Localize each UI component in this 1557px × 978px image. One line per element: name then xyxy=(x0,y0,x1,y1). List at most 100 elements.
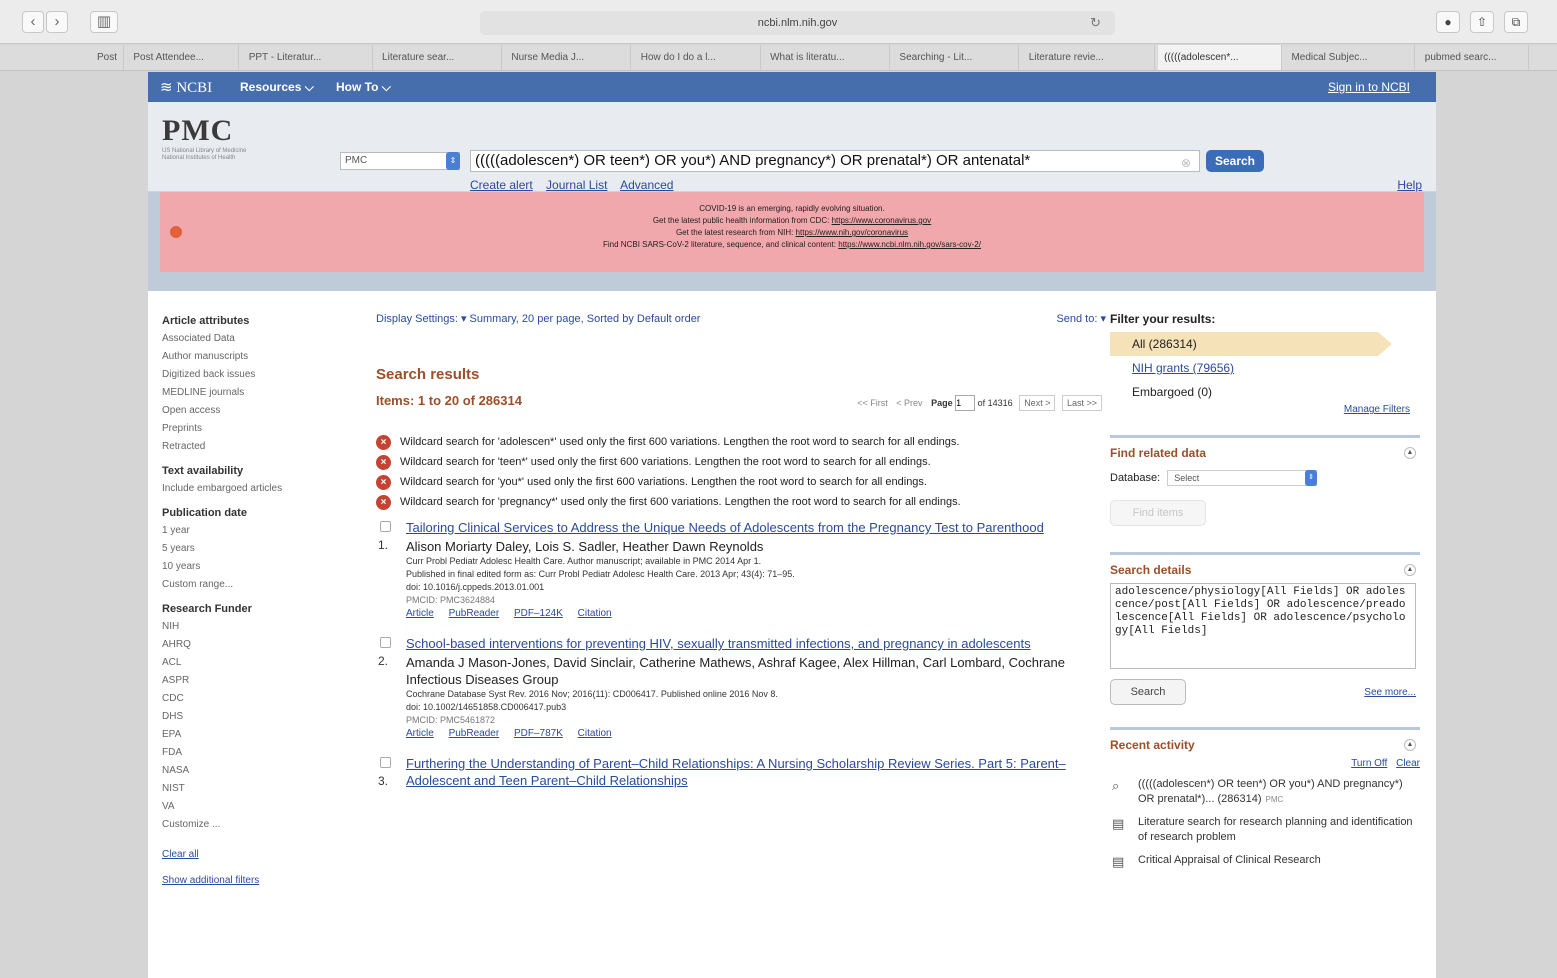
sign-in-link[interactable]: Sign in to NCBI xyxy=(1328,80,1410,94)
forward-button[interactable]: › xyxy=(46,11,68,33)
filter-item[interactable]: Retracted xyxy=(162,438,332,456)
sars-cov-2-link[interactable]: https://www.ncbi.nlm.nih.gov/sars-cov-2/ xyxy=(838,240,981,249)
filter-item[interactable]: VA xyxy=(162,798,332,816)
share-icon[interactable]: ⇧ xyxy=(1470,11,1494,33)
filter-item[interactable]: 1 year xyxy=(162,522,332,540)
help-link[interactable]: Help xyxy=(1397,178,1422,192)
search-button[interactable]: Search xyxy=(1206,150,1264,172)
find-items-button[interactable]: Find items xyxy=(1110,500,1206,526)
send-to-menu[interactable]: Send to: ▾ xyxy=(1056,312,1106,325)
sidebar-toggle-button[interactable]: ▥ xyxy=(90,11,118,33)
nih-link[interactable]: https://www.nih.gov/coronavirus xyxy=(796,228,909,237)
turn-off-link[interactable]: Turn Off xyxy=(1351,758,1387,769)
cdc-link[interactable]: https://www.coronavirus.gov xyxy=(832,216,932,225)
clear-link[interactable]: Clear xyxy=(1396,758,1420,769)
filter-item[interactable]: 10 years xyxy=(162,558,332,576)
recent-item[interactable]: ⌕ (((((adolescen*) OR teen*) OR you*) AN… xyxy=(1110,777,1420,807)
see-more-link[interactable]: See more... xyxy=(1364,687,1416,698)
filter-item[interactable]: DHS xyxy=(162,708,332,726)
filter-item[interactable]: Associated Data xyxy=(162,330,332,348)
filter-item[interactable]: Open access xyxy=(162,402,332,420)
privacy-icon[interactable]: ● xyxy=(1436,11,1460,33)
last-page-button[interactable]: Last >> xyxy=(1061,395,1102,411)
pmc-logo[interactable]: PMC US National Library of Medicine Nati… xyxy=(162,114,322,162)
first-page-link[interactable]: << First xyxy=(857,398,888,408)
create-alert-link[interactable]: Create alert xyxy=(470,178,533,192)
pdf-link[interactable]: PDF–787K xyxy=(514,728,563,739)
article-link[interactable]: Article xyxy=(406,728,434,739)
details-search-button[interactable]: Search xyxy=(1110,679,1186,705)
ncbi-logo[interactable]: ≋ NCBI xyxy=(160,78,212,97)
tabs-overview-icon[interactable]: ⧉ xyxy=(1504,11,1528,33)
filter-item[interactable]: Custom range... xyxy=(162,576,332,594)
reload-icon[interactable]: ↻ xyxy=(1090,11,1101,35)
tab-item[interactable]: Medical Subjec... xyxy=(1285,45,1416,70)
filter-item[interactable]: ASPR xyxy=(162,672,332,690)
article-link[interactable]: Article xyxy=(406,608,434,619)
recent-item[interactable]: ▤ Critical Appraisal of Clinical Researc… xyxy=(1110,853,1420,869)
filter-all[interactable]: All (286314) xyxy=(1110,332,1392,356)
filter-item[interactable]: Customize ... xyxy=(162,816,332,834)
result-title-link[interactable]: School-based interventions for preventin… xyxy=(406,635,1106,652)
tab-item-active[interactable]: (((((adolescen*... xyxy=(1158,45,1283,70)
pubreader-link[interactable]: PubReader xyxy=(449,608,500,619)
result-checkbox[interactable] xyxy=(380,757,391,768)
collapse-icon[interactable]: ▲ xyxy=(1404,564,1416,576)
filter-item[interactable]: FDA xyxy=(162,744,332,762)
related-database-select[interactable]: Select ⇕ xyxy=(1167,470,1318,486)
back-button[interactable]: ‹ xyxy=(22,11,44,33)
filter-item[interactable]: CDC xyxy=(162,690,332,708)
tab-item[interactable]: Post Attendee... xyxy=(127,45,240,70)
filter-item[interactable]: 5 years xyxy=(162,540,332,558)
tab-item[interactable]: Searching - Lit... xyxy=(893,45,1020,70)
collapse-icon[interactable]: ▲ xyxy=(1404,739,1416,751)
filter-item[interactable]: NIH xyxy=(162,618,332,636)
result-title-link[interactable]: Furthering the Understanding of Parent–C… xyxy=(406,755,1106,789)
search-input[interactable]: (((((adolescen*) OR teen*) OR you*) AND … xyxy=(470,150,1200,172)
clear-all-link[interactable]: Clear all xyxy=(162,849,199,860)
tab-item[interactable]: pubmed searc... xyxy=(1419,45,1529,70)
tab-item[interactable]: What is literatu... xyxy=(764,45,891,70)
prev-page-link[interactable]: < Prev xyxy=(896,398,922,408)
tab-item[interactable]: PPT - Literatur... xyxy=(243,45,373,70)
filter-item[interactable]: AHRQ xyxy=(162,636,332,654)
display-settings-menu[interactable]: Display Settings: ▾ Summary, 20 per page… xyxy=(376,312,1106,332)
pubreader-link[interactable]: PubReader xyxy=(449,728,500,739)
journal-list-link[interactable]: Journal List xyxy=(546,178,607,192)
show-additional-filters-link[interactable]: Show additional filters xyxy=(162,875,259,886)
search-details-textarea[interactable]: adolescence/physiology[All Fields] OR ad… xyxy=(1110,583,1416,669)
filter-nih-grants[interactable]: NIH grants (79656) xyxy=(1110,356,1420,380)
filter-item[interactable]: NIST xyxy=(162,780,332,798)
manage-filters-link[interactable]: Manage Filters xyxy=(1344,404,1410,415)
pdf-link[interactable]: PDF–124K xyxy=(514,608,563,619)
page-number-input[interactable] xyxy=(955,395,976,411)
tab-item[interactable]: Post xyxy=(0,45,124,70)
filter-item[interactable]: MEDLINE journals xyxy=(162,384,332,402)
filter-item[interactable]: Digitized back issues xyxy=(162,366,332,384)
filter-item[interactable]: Preprints xyxy=(162,420,332,438)
how-to-menu[interactable]: How To ⌵ xyxy=(336,80,391,95)
resources-menu[interactable]: Resources ⌵ xyxy=(240,80,314,95)
clear-icon[interactable]: ⊗ xyxy=(1181,153,1191,171)
filter-item[interactable]: NASA xyxy=(162,762,332,780)
tab-item[interactable]: Nurse Media J... xyxy=(505,45,632,70)
filter-item[interactable]: Author manuscripts xyxy=(162,348,332,366)
filter-embargoed[interactable]: Embargoed (0) xyxy=(1110,380,1420,404)
filter-item[interactable]: Include embargoed articles xyxy=(162,480,332,498)
citation-link[interactable]: Citation xyxy=(578,608,612,619)
collapse-icon[interactable]: ▲ xyxy=(1404,447,1416,459)
advanced-link[interactable]: Advanced xyxy=(620,178,673,192)
next-page-button[interactable]: Next > xyxy=(1019,395,1056,411)
tab-item[interactable]: Literature revie... xyxy=(1023,45,1155,70)
address-bar[interactable]: ncbi.nlm.nih.gov ↻ xyxy=(480,11,1115,35)
tab-item[interactable]: Literature sear... xyxy=(376,45,503,70)
tab-item[interactable]: How do I do a l... xyxy=(635,45,761,70)
citation-link[interactable]: Citation xyxy=(578,728,612,739)
result-checkbox[interactable] xyxy=(380,637,391,648)
result-title-link[interactable]: Tailoring Clinical Services to Address t… xyxy=(406,519,1106,536)
filter-item[interactable]: ACL xyxy=(162,654,332,672)
recent-item[interactable]: ▤ Literature search for research plannin… xyxy=(1110,815,1420,845)
database-select[interactable]: PMC ⇕ xyxy=(340,152,460,170)
filter-item[interactable]: EPA xyxy=(162,726,332,744)
result-checkbox[interactable] xyxy=(380,521,391,532)
